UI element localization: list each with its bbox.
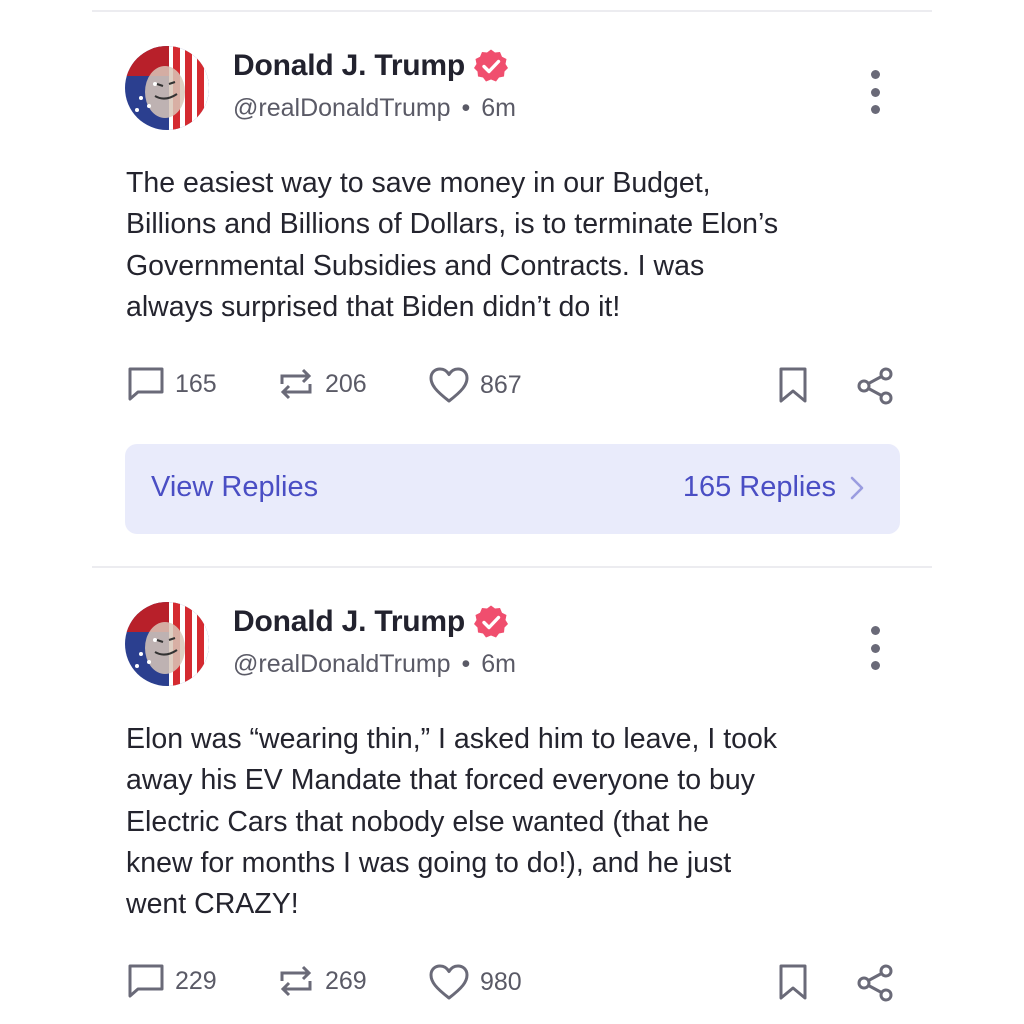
reply-button[interactable]: 165 bbox=[127, 366, 217, 402]
bookmark-button[interactable] bbox=[778, 366, 808, 404]
share-button[interactable] bbox=[855, 963, 895, 1003]
repost-count: 269 bbox=[325, 966, 367, 995]
repost-icon bbox=[280, 965, 312, 997]
replies-count-label: 165 Replies bbox=[682, 471, 836, 503]
comment-icon bbox=[128, 367, 164, 401]
bookmark-button[interactable] bbox=[778, 963, 808, 1001]
bookmark-icon bbox=[779, 964, 807, 1000]
like-count: 980 bbox=[480, 967, 522, 996]
post-divider bbox=[92, 566, 932, 568]
bookmark-icon bbox=[779, 367, 807, 403]
more-vertical-icon[interactable] bbox=[862, 70, 888, 114]
replies-count: 165 Replies bbox=[683, 471, 864, 504]
like-button[interactable]: 980 bbox=[428, 963, 522, 1001]
post-actions: 165 206 867 bbox=[0, 366, 1024, 406]
view-replies-button[interactable]: View Replies 165 Replies bbox=[125, 444, 900, 534]
like-count: 867 bbox=[480, 370, 522, 399]
post-text: The easiest way to save money in our Bud… bbox=[126, 163, 906, 328]
post-text-line: knew for months I was going to do!), and… bbox=[126, 846, 732, 879]
repost-button[interactable]: 206 bbox=[277, 366, 367, 402]
heart-icon bbox=[429, 367, 469, 403]
post-time: 6m bbox=[481, 94, 516, 122]
author-name[interactable]: Donald J. Trump bbox=[233, 49, 465, 83]
author-handle[interactable]: @realDonaldTrump bbox=[233, 94, 451, 122]
post-time: 6m bbox=[481, 650, 516, 678]
view-replies-label: View Replies bbox=[151, 471, 319, 503]
verified-badge-icon bbox=[474, 605, 509, 638]
heart-icon bbox=[429, 964, 469, 1000]
author-handle[interactable]: @realDonaldTrump bbox=[233, 650, 451, 678]
post-text: Elon was “wearing thin,” I asked him to … bbox=[126, 719, 906, 925]
repost-count: 206 bbox=[325, 369, 367, 398]
more-vertical-icon[interactable] bbox=[862, 626, 888, 670]
meta-separator: • bbox=[461, 650, 471, 678]
top-divider bbox=[92, 10, 932, 12]
avatar[interactable] bbox=[125, 602, 209, 686]
repost-button[interactable]: 269 bbox=[277, 963, 367, 999]
reply-count: 165 bbox=[175, 369, 217, 398]
post-text-line: Billions and Billions of Dollars, is to … bbox=[126, 208, 779, 241]
author-row: Donald J. Trump bbox=[233, 48, 509, 84]
share-icon bbox=[857, 367, 893, 405]
share-icon bbox=[857, 964, 893, 1002]
comment-icon bbox=[128, 964, 164, 998]
post-meta: @realDonaldTrump • 6m bbox=[233, 650, 516, 679]
post-text-line: The easiest way to save money in our Bud… bbox=[126, 167, 711, 199]
post-text-line: away his EV Mandate that forced everyone… bbox=[126, 764, 755, 797]
post-text-line: Elon was “wearing thin,” I asked him to … bbox=[126, 723, 778, 755]
reply-count: 229 bbox=[175, 966, 217, 995]
share-button[interactable] bbox=[855, 366, 895, 406]
author-name[interactable]: Donald J. Trump bbox=[233, 605, 465, 639]
post-meta: @realDonaldTrump • 6m bbox=[233, 94, 516, 123]
author-row: Donald J. Trump bbox=[233, 604, 509, 640]
avatar[interactable] bbox=[125, 46, 209, 130]
like-button[interactable]: 867 bbox=[428, 366, 522, 404]
post-text-line: Governmental Subsidies and Contracts. I … bbox=[126, 249, 705, 282]
verified-badge-icon bbox=[474, 49, 509, 82]
meta-separator: • bbox=[461, 94, 471, 122]
post-text-line: went CRAZY! bbox=[126, 888, 299, 921]
post-text-line: Electric Cars that nobody else wanted (t… bbox=[126, 805, 709, 838]
post-actions: 229 269 980 bbox=[0, 963, 1024, 1003]
post-text-line: always surprised that Biden didn’t do it… bbox=[126, 290, 621, 323]
chevron-right-icon bbox=[850, 476, 864, 499]
repost-icon bbox=[280, 368, 312, 400]
reply-button[interactable]: 229 bbox=[127, 963, 217, 999]
